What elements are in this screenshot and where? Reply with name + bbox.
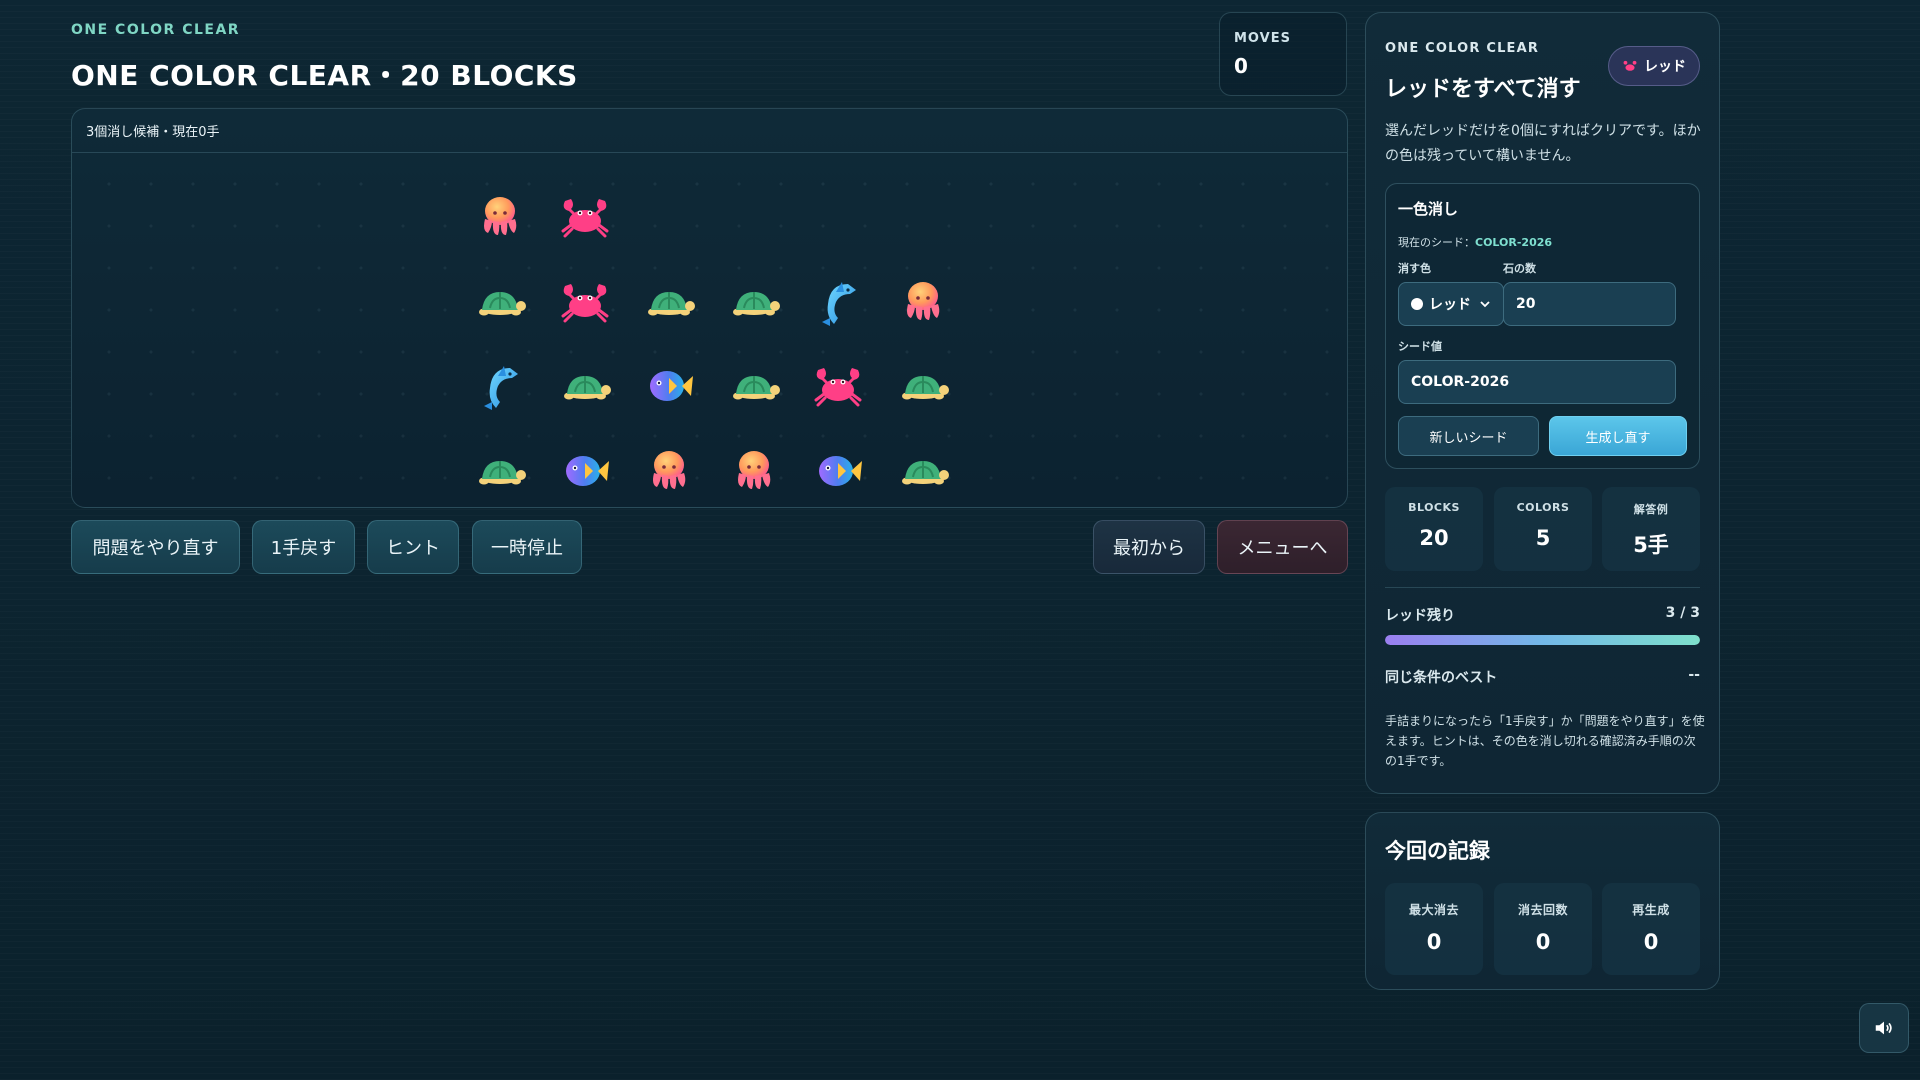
pause-button[interactable]: 一時停止 bbox=[472, 520, 582, 574]
menu-button[interactable]: メニューへ bbox=[1217, 520, 1348, 574]
stat-colors: COLORS 5 bbox=[1494, 487, 1592, 571]
record-title: 今回の記録 bbox=[1385, 839, 1490, 863]
record-clear-count: 消去回数 0 bbox=[1494, 883, 1592, 975]
game-board: 3個消し候補・現在0手 bbox=[71, 108, 1348, 508]
board-piece-octopus-icon[interactable] bbox=[893, 272, 953, 332]
retry-button[interactable]: 問題をやり直す bbox=[71, 520, 240, 574]
board-piece-octopus-icon[interactable] bbox=[724, 441, 784, 501]
record-max-cleared: 最大消去 0 bbox=[1385, 883, 1483, 975]
stat-value: 0 bbox=[1643, 930, 1659, 954]
speaker-icon bbox=[1873, 1017, 1895, 1039]
board-piece-turtle-icon[interactable] bbox=[555, 356, 615, 416]
board-piece-dolphin-icon[interactable] bbox=[808, 272, 868, 332]
regenerate-button[interactable]: 生成し直す bbox=[1549, 416, 1687, 456]
game-title: ONE COLOR CLEAR・20 BLOCKS bbox=[71, 59, 578, 92]
color-select-value: レッド bbox=[1429, 297, 1471, 313]
stat-label: 消去回数 bbox=[1517, 903, 1568, 917]
side-panel: ONE COLOR CLEAR レッドをすべて消す レッド 選んだレッドだけを0… bbox=[1365, 12, 1720, 794]
remaining-progress-bar bbox=[1385, 635, 1700, 645]
stat-label: BLOCKS bbox=[1408, 501, 1460, 514]
divider bbox=[1385, 587, 1700, 588]
stat-label: COLORS bbox=[1516, 501, 1570, 514]
seed-label: シード値 bbox=[1398, 340, 1442, 353]
moves-label: MOVES bbox=[1234, 31, 1291, 46]
moves-counter: MOVES 0 bbox=[1219, 12, 1347, 96]
current-seed: 現在のシード：COLOR-2026 bbox=[1398, 236, 1553, 249]
stat-value: 5 bbox=[1535, 526, 1551, 550]
best-value: -- bbox=[1688, 667, 1700, 683]
panel-description: 選んだレッドだけを0個にすればクリアです。ほかの色は残っていて構いません。 bbox=[1385, 123, 1701, 164]
board-piece-turtle-icon[interactable] bbox=[470, 272, 530, 332]
board-piece-fish-icon[interactable] bbox=[808, 441, 868, 501]
target-color-badge: レッド bbox=[1608, 46, 1700, 86]
board-piece-fish-icon[interactable] bbox=[639, 356, 699, 416]
board-piece-turtle-icon[interactable] bbox=[724, 272, 784, 332]
board-grid bbox=[72, 153, 1347, 507]
count-input[interactable]: 20 bbox=[1503, 282, 1676, 326]
config-title: 一色消し bbox=[1398, 200, 1459, 218]
stat-value: 0 bbox=[1535, 930, 1551, 954]
seed-input[interactable]: COLOR-2026 bbox=[1398, 360, 1676, 404]
stat-label: 最大消去 bbox=[1408, 903, 1459, 917]
color-label: 消す色 bbox=[1398, 262, 1431, 275]
hint-button[interactable]: ヒント bbox=[367, 520, 459, 574]
panel-heading: レッドをすべて消す bbox=[1385, 77, 1581, 102]
board-piece-turtle-icon[interactable] bbox=[639, 272, 699, 332]
new-seed-button[interactable]: 新しいシード bbox=[1398, 416, 1539, 456]
color-dot-icon bbox=[1411, 298, 1423, 310]
sound-toggle-button[interactable] bbox=[1859, 1003, 1909, 1053]
best-row: 同じ条件のベスト -- bbox=[1385, 667, 1700, 687]
stat-value: 5手 bbox=[1633, 533, 1669, 557]
panel-eyebrow: ONE COLOR CLEAR bbox=[1385, 41, 1540, 56]
stat-value: 20 bbox=[1419, 526, 1449, 550]
board-piece-octopus-icon[interactable] bbox=[639, 441, 699, 501]
record-regenerate-count: 再生成 0 bbox=[1602, 883, 1700, 975]
stat-blocks: BLOCKS 20 bbox=[1385, 487, 1483, 571]
count-label: 石の数 bbox=[1503, 262, 1536, 275]
config-box: 一色消し 現在のシード：COLOR-2026 消す色 石の数 レッド 20 シー… bbox=[1385, 183, 1700, 469]
board-piece-dolphin-icon[interactable] bbox=[470, 356, 530, 416]
badge-label: レッド bbox=[1644, 59, 1686, 75]
stat-value: 0 bbox=[1426, 930, 1442, 954]
stat-solution: 解答例 5手 bbox=[1602, 487, 1700, 571]
crab-icon bbox=[1622, 58, 1638, 74]
board-piece-turtle-icon[interactable] bbox=[724, 356, 784, 416]
board-piece-crab-icon[interactable] bbox=[555, 272, 615, 332]
restart-button[interactable]: 最初から bbox=[1093, 520, 1205, 574]
stat-label: 解答例 bbox=[1633, 503, 1669, 516]
board-piece-turtle-icon[interactable] bbox=[893, 441, 953, 501]
board-piece-octopus-icon[interactable] bbox=[470, 187, 530, 247]
remaining-row: レッド残り 3 / 3 bbox=[1385, 605, 1700, 625]
remaining-value: 3 / 3 bbox=[1665, 605, 1700, 621]
record-panel: 今回の記録 最大消去 0 消去回数 0 再生成 0 bbox=[1365, 812, 1720, 990]
remaining-label: レッド残り bbox=[1385, 608, 1455, 624]
board-piece-crab-icon[interactable] bbox=[808, 356, 868, 416]
board-piece-turtle-icon[interactable] bbox=[893, 356, 953, 416]
game-eyebrow: ONE COLOR CLEAR bbox=[71, 22, 241, 38]
board-piece-crab-icon[interactable] bbox=[555, 187, 615, 247]
board-piece-fish-icon[interactable] bbox=[555, 441, 615, 501]
help-note: 手詰まりになったら「1手戻す」か「問題をやり直す」を使えます。ヒントは、その色を… bbox=[1385, 714, 1705, 768]
best-label: 同じ条件のベスト bbox=[1385, 670, 1498, 686]
chevron-down-icon bbox=[1479, 298, 1491, 310]
undo-button[interactable]: 1手戻す bbox=[252, 520, 355, 574]
board-piece-turtle-icon[interactable] bbox=[470, 441, 530, 501]
color-select[interactable]: レッド bbox=[1398, 282, 1504, 326]
remaining-progress-fill bbox=[1385, 635, 1700, 645]
board-status: 3個消し候補・現在0手 bbox=[72, 109, 1347, 153]
stat-label: 再生成 bbox=[1632, 903, 1670, 917]
moves-value: 0 bbox=[1234, 54, 1248, 78]
